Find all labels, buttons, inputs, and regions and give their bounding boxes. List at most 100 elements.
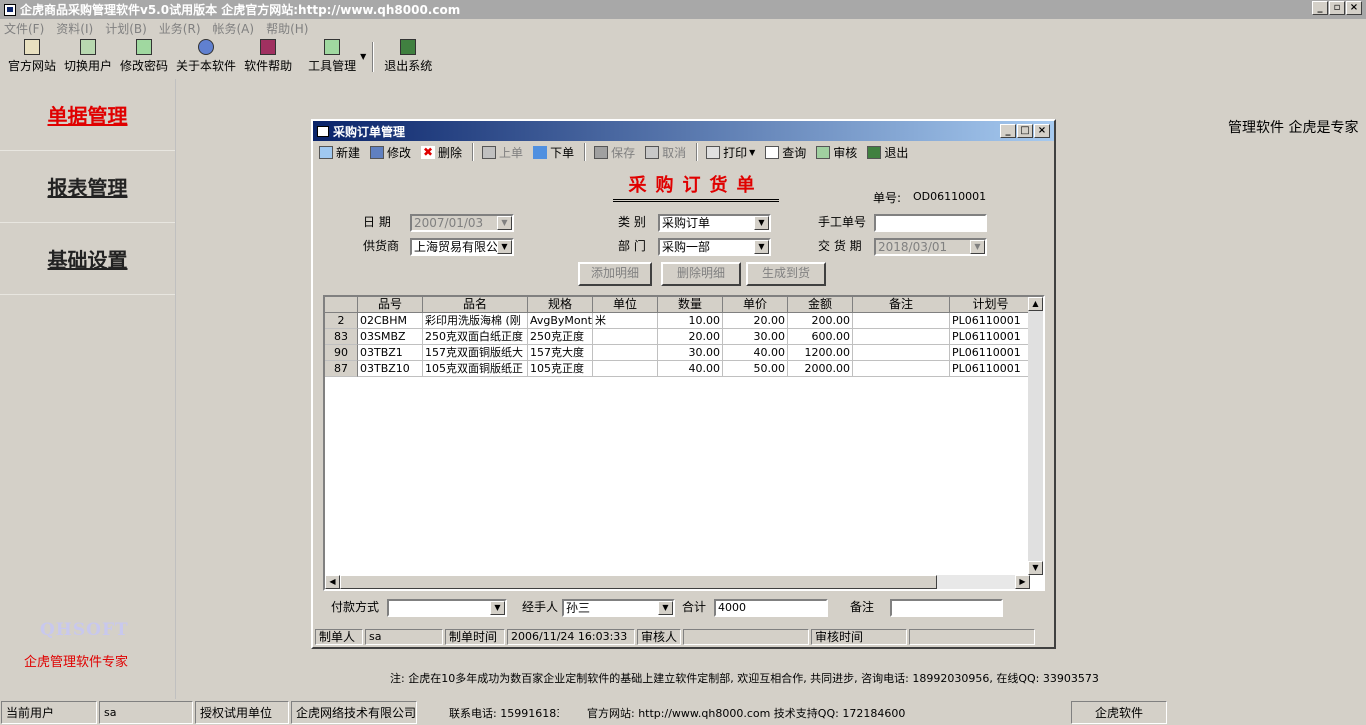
- sidebar-item-settings[interactable]: 基础设置: [0, 223, 175, 295]
- cell-name[interactable]: 250克双面白纸正度: [423, 329, 528, 345]
- query-button[interactable]: 查询: [765, 144, 806, 161]
- cell-qty[interactable]: 20.00: [658, 329, 723, 345]
- restore-icon[interactable]: ▫: [1329, 1, 1345, 15]
- print-button[interactable]: 打印 ▼: [706, 144, 755, 161]
- cell-plan[interactable]: PL06110001: [950, 345, 1032, 361]
- dept-select[interactable]: 采购一部 ▼: [658, 238, 771, 256]
- add-detail-button[interactable]: 添加明细: [578, 262, 652, 286]
- cell-qty[interactable]: 40.00: [658, 361, 723, 377]
- col-code[interactable]: 品号: [358, 297, 423, 313]
- menu-data[interactable]: 资料(I): [56, 20, 93, 37]
- manual-no-field[interactable]: [874, 214, 987, 232]
- cell-amount[interactable]: 600.00: [788, 329, 853, 345]
- cell-price[interactable]: 40.00: [723, 345, 788, 361]
- cell-unit[interactable]: [593, 361, 658, 377]
- col-amount[interactable]: 金额: [788, 297, 853, 313]
- cell-spec[interactable]: 105克正度: [528, 361, 593, 377]
- chevron-down-icon[interactable]: ▼: [754, 240, 769, 254]
- cell-price[interactable]: 50.00: [723, 361, 788, 377]
- vertical-scrollbar[interactable]: ▲ ▼: [1028, 297, 1043, 575]
- menu-accounts[interactable]: 帐务(A): [213, 20, 255, 37]
- payment-select[interactable]: ▼: [387, 599, 507, 617]
- close-icon[interactable]: ×: [1346, 1, 1362, 15]
- total-field[interactable]: 4000: [714, 599, 828, 617]
- minimize-icon[interactable]: _: [1000, 124, 1016, 138]
- menu-file[interactable]: 文件(F): [4, 20, 44, 37]
- cell-code[interactable]: 03TBZ1: [358, 345, 423, 361]
- menu-help[interactable]: 帮助(H): [266, 20, 308, 37]
- chevron-down-icon[interactable]: ▼: [658, 601, 673, 615]
- cell-plan[interactable]: PL06110001: [950, 313, 1032, 329]
- cell-qty[interactable]: 30.00: [658, 345, 723, 361]
- chevron-down-icon[interactable]: ▼: [970, 240, 985, 254]
- table-row[interactable]: 90 03TBZ1 157克双面铜版纸大 157克大度 30.00 40.00 …: [325, 345, 1043, 361]
- about-button[interactable]: 关于本软件: [172, 38, 240, 74]
- cell-name[interactable]: 彩印用洗版海棉 (刚: [423, 313, 528, 329]
- print-dropdown-icon[interactable]: ▼: [749, 148, 755, 157]
- chevron-down-icon[interactable]: ▼: [497, 240, 512, 254]
- cell-plan[interactable]: PL06110001: [950, 329, 1032, 345]
- menu-business[interactable]: 业务(R): [159, 20, 201, 37]
- scroll-up-icon[interactable]: ▲: [1028, 297, 1043, 311]
- save-button[interactable]: 保存: [594, 144, 635, 161]
- cell-plan[interactable]: PL06110001: [950, 361, 1032, 377]
- remark-field[interactable]: [890, 599, 1003, 617]
- col-plan[interactable]: 计划号: [950, 297, 1032, 313]
- next-button[interactable]: 下单: [533, 144, 574, 161]
- scroll-thumb[interactable]: [340, 575, 937, 589]
- close-icon[interactable]: ×: [1034, 124, 1050, 138]
- edit-button[interactable]: 修改: [370, 144, 411, 161]
- handler-select[interactable]: 孙三 ▼: [562, 599, 675, 617]
- table-row[interactable]: 87 03TBZ10 105克双面铜版纸正 105克正度 40.00 50.00…: [325, 361, 1043, 377]
- prev-button[interactable]: 上单: [482, 144, 523, 161]
- cell-amount[interactable]: 2000.00: [788, 361, 853, 377]
- cell-code[interactable]: 03TBZ10: [358, 361, 423, 377]
- delete-detail-button[interactable]: 删除明细: [661, 262, 741, 286]
- maximize-icon[interactable]: □: [1017, 124, 1033, 138]
- sidebar-item-reports[interactable]: 报表管理: [0, 151, 175, 223]
- chevron-down-icon[interactable]: ▼: [754, 216, 769, 230]
- audit-button[interactable]: 审核: [816, 144, 857, 161]
- cell-spec[interactable]: 157克大度: [528, 345, 593, 361]
- delivery-field[interactable]: 2018/03/01 ▼: [874, 238, 987, 256]
- delete-button[interactable]: ✖ 删除: [421, 144, 462, 161]
- chevron-down-icon[interactable]: ▼: [497, 216, 512, 230]
- cell-amount[interactable]: 1200.00: [788, 345, 853, 361]
- cell-price[interactable]: 30.00: [723, 329, 788, 345]
- horizontal-scrollbar[interactable]: ◀ ▶: [325, 575, 1030, 589]
- cell-name[interactable]: 105克双面铜版纸正: [423, 361, 528, 377]
- col-spec[interactable]: 规格: [528, 297, 593, 313]
- tools-button[interactable]: 工具管理: [304, 38, 360, 74]
- sidebar-item-documents[interactable]: 单据管理: [0, 79, 175, 151]
- table-row[interactable]: 83 03SMBZ 250克双面白纸正度 250克正度 20.00 30.00 …: [325, 329, 1043, 345]
- table-row[interactable]: 2 02CBHM 彩印用洗版海棉 (刚 AvgByMonth 米 10.00 2…: [325, 313, 1043, 329]
- cell-amount[interactable]: 200.00: [788, 313, 853, 329]
- cell-unit[interactable]: [593, 345, 658, 361]
- generate-arrival-button[interactable]: 生成到货: [746, 262, 826, 286]
- date-field[interactable]: 2007/01/03 ▼: [410, 214, 514, 232]
- cancel-button[interactable]: 取消: [645, 144, 686, 161]
- scroll-left-icon[interactable]: ◀: [325, 575, 340, 589]
- col-unit[interactable]: 单位: [593, 297, 658, 313]
- cell-remark[interactable]: [853, 313, 950, 329]
- cell-unit[interactable]: [593, 329, 658, 345]
- scroll-down-icon[interactable]: ▼: [1028, 561, 1043, 575]
- tools-dropdown-icon[interactable]: ▼: [360, 52, 366, 76]
- cell-unit[interactable]: 米: [593, 313, 658, 329]
- cell-spec[interactable]: AvgByMonth: [528, 313, 593, 329]
- type-select[interactable]: 采购订单 ▼: [658, 214, 771, 232]
- minimize-icon[interactable]: _: [1312, 1, 1328, 15]
- menu-plan[interactable]: 计划(B): [105, 20, 147, 37]
- order-detail-grid[interactable]: 品号 品名 规格 单位 数量 单价 金额 备注 计划号 2 02CBHM 彩印用…: [323, 295, 1045, 591]
- switch-user-button[interactable]: 切换用户: [60, 38, 116, 74]
- col-price[interactable]: 单价: [723, 297, 788, 313]
- cell-remark[interactable]: [853, 361, 950, 377]
- col-name[interactable]: 品名: [423, 297, 528, 313]
- official-site-button[interactable]: 官方网站: [4, 38, 60, 74]
- change-password-button[interactable]: 修改密码: [116, 38, 172, 74]
- scroll-right-icon[interactable]: ▶: [1015, 575, 1030, 589]
- supplier-select[interactable]: 上海贸易有限公 ▼: [410, 238, 514, 256]
- col-remark[interactable]: 备注: [853, 297, 950, 313]
- exit-button[interactable]: 退出: [867, 144, 908, 161]
- cell-name[interactable]: 157克双面铜版纸大: [423, 345, 528, 361]
